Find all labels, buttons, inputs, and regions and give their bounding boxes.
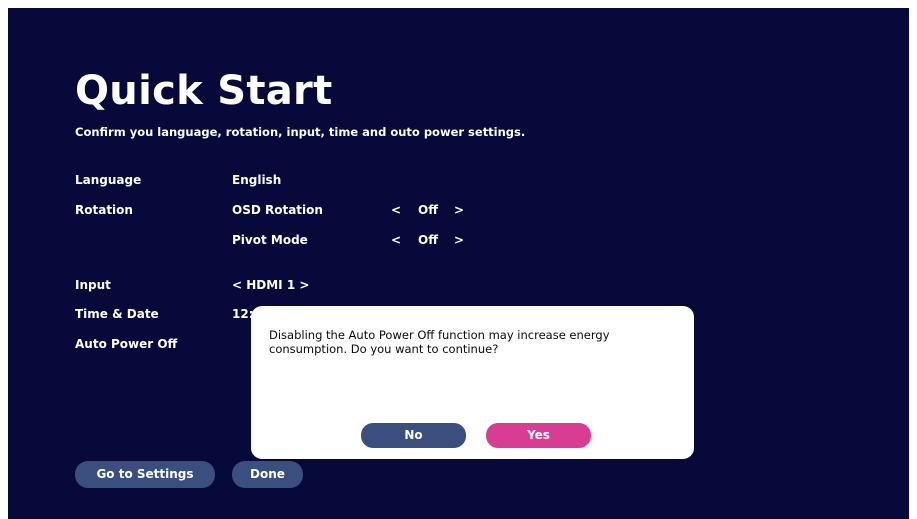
auto-power-off-label: Auto Power Off <box>75 337 178 351</box>
rotation-label: Rotation <box>75 203 133 217</box>
dialog-message: Disabling the Auto Power Off function ma… <box>269 328 610 356</box>
osd-rotation-next-arrow[interactable]: > <box>454 203 464 217</box>
osd-rotation-label: OSD Rotation <box>232 203 323 217</box>
osd-rotation-prev-arrow[interactable]: < <box>391 203 401 217</box>
pivot-mode-prev-arrow[interactable]: < <box>391 233 401 247</box>
input-label: Input <box>75 278 111 292</box>
confirm-dialog: Disabling the Auto Power Off function ma… <box>251 306 694 459</box>
go-to-settings-button[interactable]: Go to Settings <box>75 461 215 488</box>
time-date-label: Time & Date <box>75 307 159 321</box>
done-button[interactable]: Done <box>232 461 303 488</box>
quick-start-screen: Quick Start Confirm you language, rotati… <box>8 8 909 519</box>
pivot-mode-label: Pivot Mode <box>232 233 308 247</box>
pivot-mode-value: Off <box>418 233 438 247</box>
language-label: Language <box>75 173 142 187</box>
yes-button[interactable]: Yes <box>486 423 591 448</box>
no-button[interactable]: No <box>361 423 466 448</box>
input-selector[interactable]: < HDMI 1 > <box>232 278 309 292</box>
osd-rotation-value: Off <box>418 203 438 217</box>
language-value[interactable]: English <box>232 173 281 187</box>
page-subtitle: Confirm you language, rotation, input, t… <box>75 125 526 139</box>
page-title: Quick Start <box>75 68 333 114</box>
pivot-mode-next-arrow[interactable]: > <box>454 233 464 247</box>
